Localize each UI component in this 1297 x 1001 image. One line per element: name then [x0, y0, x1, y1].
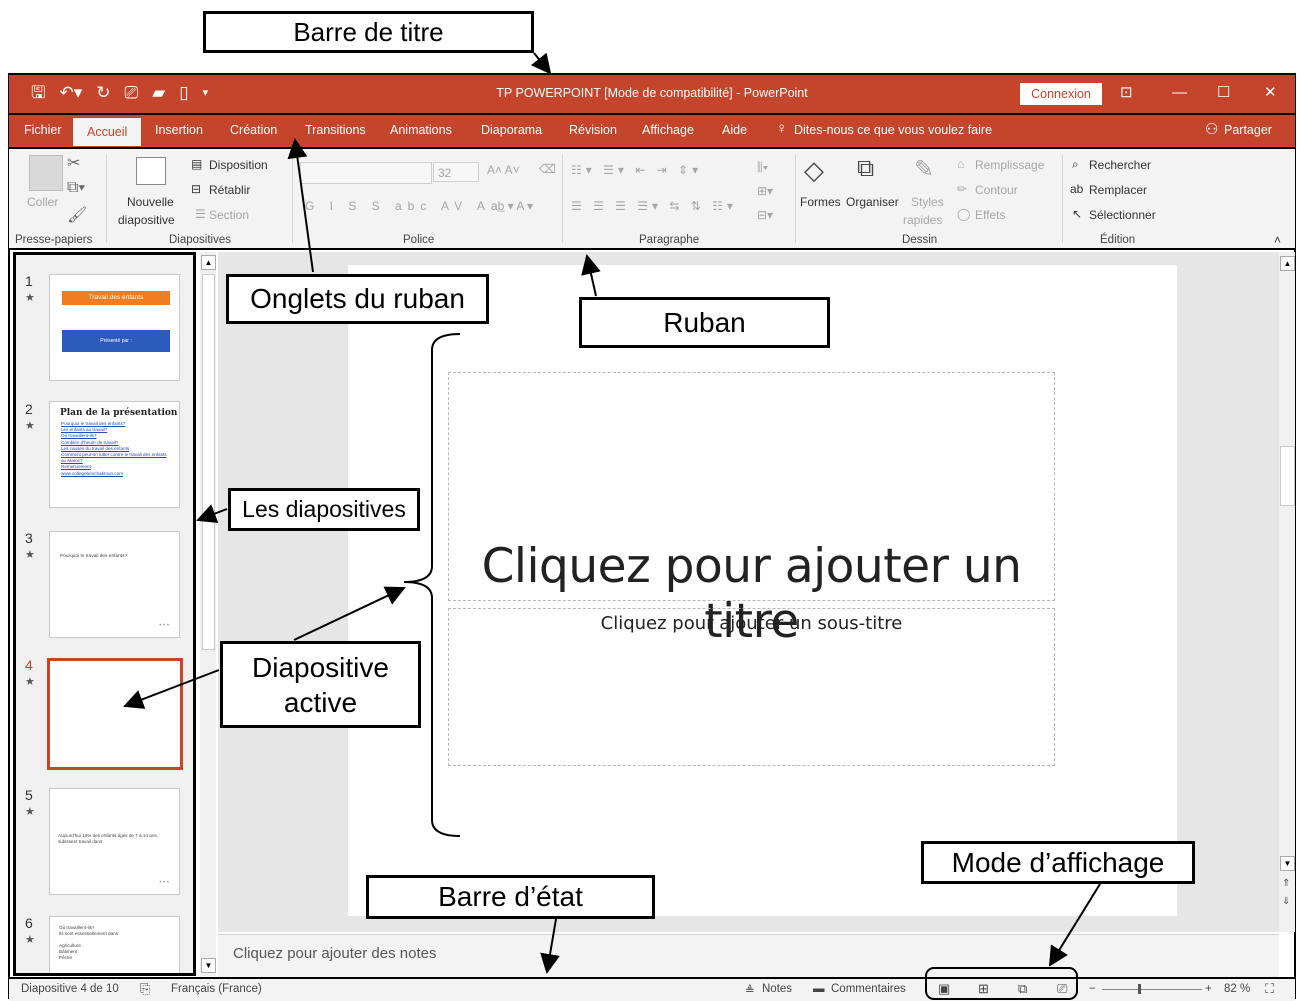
- arrow-active-left: [123, 669, 220, 709]
- arrow-barre-titre: [530, 52, 552, 75]
- arrow-ruban: [581, 254, 601, 297]
- arrow-active-right: [293, 586, 406, 641]
- arrow-mode: [1048, 883, 1101, 967]
- arrow-onglets: [287, 138, 314, 273]
- annotation-arrows: [123, 52, 1101, 974]
- curly-brace: [403, 333, 461, 837]
- arrow-barre-etat: [540, 918, 560, 974]
- arrow-diapositives: [196, 504, 228, 523]
